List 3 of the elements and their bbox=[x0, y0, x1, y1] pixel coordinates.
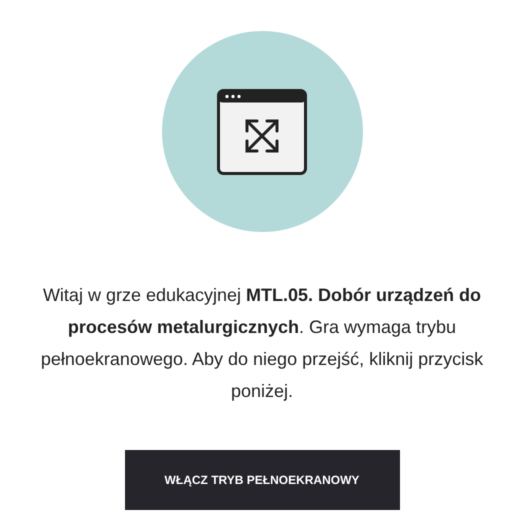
intro-paragraph: Witaj w grze edukacyjnej MTL.05. Dobór urządzeń do procesów metalurgicznych. Gra wymaga trybu pełnoekranowego. Aby do niego przejść, kliknij przycisk poniżej. bbox=[40, 284, 484, 403]
fullscreen-window-icon bbox=[217, 88, 307, 174]
fullscreen-button[interactable]: WŁĄCZ TRYB PEŁNOEKRANOWY bbox=[124, 450, 400, 510]
